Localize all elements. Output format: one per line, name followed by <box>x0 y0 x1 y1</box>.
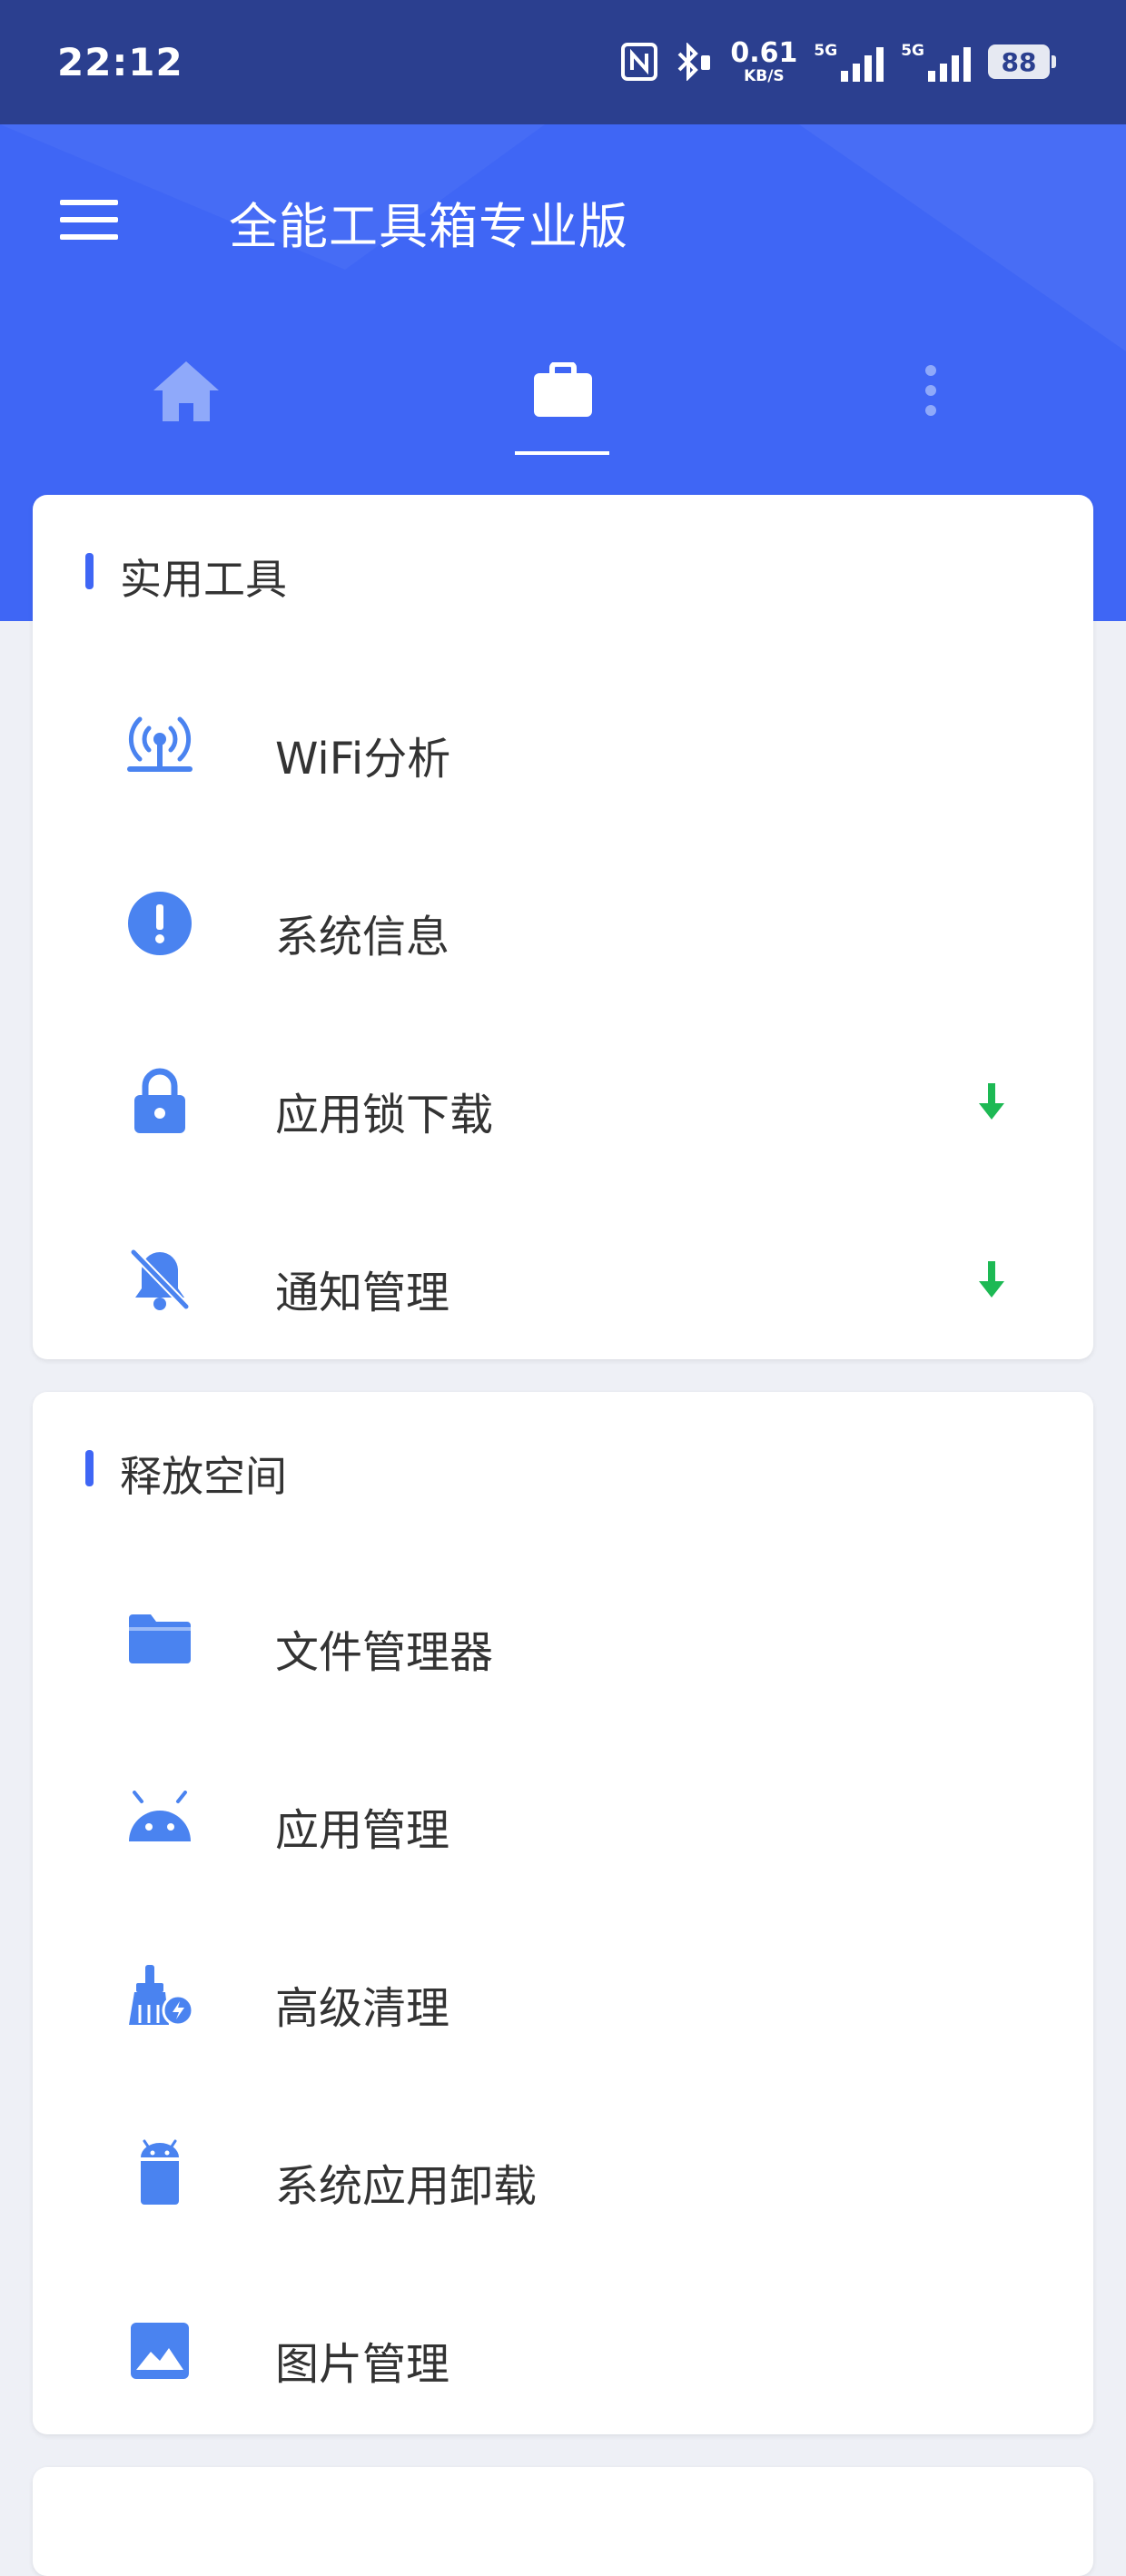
tool-item-system-info[interactable]: 系统信息 <box>33 833 1093 1011</box>
section-header: 释放空间 <box>33 1392 1093 1546</box>
network-speed: 0.61 KB/S <box>730 36 798 85</box>
tool-item-label: 系统应用卸载 <box>275 2161 538 2212</box>
battery-indicator: 88 <box>988 44 1056 79</box>
status-time: 22:12 <box>57 40 183 84</box>
more-vertical-icon <box>925 365 936 416</box>
tab-tools[interactable] <box>495 327 631 454</box>
tool-item-label: WiFi分析 <box>275 734 451 785</box>
broom-icon <box>125 1960 194 2029</box>
tool-item-label: 文件管理器 <box>275 1627 494 1678</box>
signal-sim1-label: 5G <box>814 42 838 60</box>
bluetooth-icon <box>677 43 711 81</box>
section-card-next <box>33 2467 1093 2576</box>
tab-more[interactable] <box>894 327 967 454</box>
tool-item-image-manager[interactable]: 图片管理 <box>33 2260 1093 2438</box>
menu-icon-line <box>60 200 118 205</box>
section-card-free-space: 释放空间 文件管理器 应用管理 高级清理 系统应用卸载 图片管理 <box>33 1392 1093 2434</box>
nfc-icon <box>621 43 658 81</box>
section-title: 实用工具 <box>120 555 287 604</box>
tool-item-app-manager[interactable]: 应用管理 <box>33 1726 1093 1904</box>
signal-sim1: 5G <box>814 42 884 82</box>
android-trash-icon <box>125 2138 194 2207</box>
tool-item-system-app-uninstall[interactable]: 系统应用卸载 <box>33 2082 1093 2260</box>
signal-bars-icon <box>841 47 884 82</box>
section-title: 释放空间 <box>120 1452 287 1501</box>
tab-bar <box>0 327 1126 454</box>
briefcase-icon <box>534 362 592 417</box>
bell-off-icon <box>125 1245 194 1314</box>
wifi-tower-icon <box>125 711 194 780</box>
tool-item-label: 系统信息 <box>275 912 450 962</box>
tab-indicator <box>515 451 609 455</box>
tool-item-label: 应用管理 <box>275 1805 450 1856</box>
signal-bars-icon <box>928 47 971 82</box>
menu-button[interactable] <box>60 200 118 240</box>
section-header: 实用工具 <box>33 495 1093 649</box>
tool-item-label: 高级清理 <box>275 1983 450 2034</box>
app-title: 全能工具箱专业版 <box>229 198 628 255</box>
lock-icon <box>125 1067 194 1136</box>
signal-sim2-label: 5G <box>901 42 924 60</box>
tool-item-notification-manager[interactable]: 通知管理 <box>33 1189 1093 1367</box>
image-icon <box>125 2316 194 2385</box>
network-speed-value: 0.61 <box>730 36 798 69</box>
menu-icon-line <box>60 217 118 222</box>
tool-item-label: 图片管理 <box>275 2339 450 2390</box>
home-icon <box>153 361 219 421</box>
download-arrow-icon[interactable] <box>973 1081 1010 1121</box>
tool-item-app-lock-download[interactable]: 应用锁下载 <box>33 1011 1093 1189</box>
download-arrow-icon[interactable] <box>973 1259 1010 1299</box>
menu-icon-line <box>60 234 118 240</box>
info-alert-icon <box>125 889 194 958</box>
tool-item-advanced-clean[interactable]: 高级清理 <box>33 1904 1093 2082</box>
network-speed-unit: KB/S <box>744 66 785 85</box>
android-icon <box>125 1782 194 1851</box>
folder-icon <box>125 1604 194 1673</box>
status-bar: 22:12 0.61 KB/S 5G 5G 88 <box>0 0 1126 124</box>
tool-item-file-manager[interactable]: 文件管理器 <box>33 1548 1093 1726</box>
tool-item-wifi-analysis[interactable]: WiFi分析 <box>33 655 1093 833</box>
status-icons: 0.61 KB/S 5G 5G 88 <box>621 36 1056 87</box>
section-card-utilities: 实用工具 WiFi分析 系统信息 应用锁下载 通知管理 <box>33 495 1093 1359</box>
section-accent-bar <box>85 553 94 589</box>
battery-level: 88 <box>1001 46 1037 77</box>
section-accent-bar <box>85 1450 94 1486</box>
tab-home[interactable] <box>118 327 254 454</box>
signal-sim2: 5G <box>901 42 972 82</box>
tool-item-label: 应用锁下载 <box>275 1090 494 1140</box>
tool-item-label: 通知管理 <box>275 1268 450 1318</box>
